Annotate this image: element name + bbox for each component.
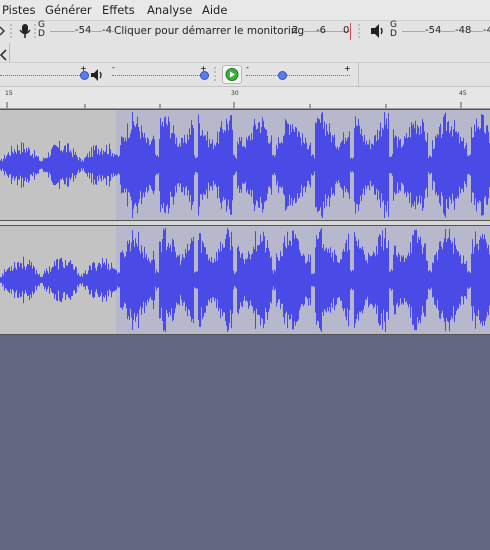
menu-aide[interactable]: Aide <box>202 3 227 17</box>
recording-slider-thumb[interactable] <box>80 71 89 80</box>
playback-slider-thumb[interactable] <box>200 71 209 80</box>
toolbar-grip <box>0 25 6 37</box>
menu-analyse[interactable]: Analyse <box>147 3 192 17</box>
record-clip-indicator <box>350 23 351 40</box>
playback-scale-4: -4 <box>483 25 490 36</box>
toolbar-separator <box>34 24 36 40</box>
timeline-ruler[interactable]: 15 30 45 <box>0 87 490 109</box>
menu-generer[interactable]: Générer <box>45 3 92 17</box>
playback-channel-bottom: D <box>390 29 397 39</box>
record-scale-right-a: 2 <box>292 25 299 36</box>
record-scale-54: -54 <box>75 25 92 36</box>
waveform-right <box>0 228 490 332</box>
mixer-toolbar: + - + - + <box>0 63 490 87</box>
toolbar-divider <box>358 63 359 86</box>
play-at-speed-button[interactable] <box>222 65 242 84</box>
speaker-icon <box>90 67 106 81</box>
record-channel-labels: G D <box>38 21 45 39</box>
chevron-left-icon[interactable] <box>0 46 8 61</box>
playback-slider-min-label: - <box>112 63 115 72</box>
play-speed-slider[interactable]: - + <box>244 63 354 81</box>
audio-track-left-channel[interactable] <box>0 109 490 221</box>
record-channel-bottom: D <box>38 29 45 39</box>
arrow-right-icon <box>0 26 5 36</box>
speed-slider-max-label: + <box>344 64 351 73</box>
meter-toolbar: G D -54 -4 Cliquer pour démarrer le moni… <box>0 20 490 44</box>
playback-slider-track <box>112 75 204 76</box>
microphone-icon[interactable] <box>16 22 34 40</box>
ruler-label-30: 30 <box>231 90 239 97</box>
menu-bar: Pistes Générer Effets Analyse Aide <box>0 0 490 20</box>
ruler-ticks <box>6 102 462 108</box>
speed-slider-thumb[interactable] <box>278 71 287 80</box>
edit-toolbar <box>0 43 490 63</box>
playback-volume-slider[interactable]: - + <box>110 63 210 81</box>
play-at-speed-icon <box>225 68 239 81</box>
ruler-label-45: 45 <box>459 90 467 97</box>
record-scale-4: -4 <box>102 25 112 36</box>
playback-meter-bar[interactable] <box>402 31 490 32</box>
toolbar-separator <box>214 67 216 83</box>
recording-volume-slider[interactable]: + <box>0 64 89 81</box>
playback-channel-labels: G D <box>390 21 397 39</box>
waveform-left <box>0 112 490 218</box>
toolbar-separator <box>358 24 360 40</box>
playback-scale-54: -54 <box>425 25 442 36</box>
ruler-label-15: 15 <box>5 90 13 97</box>
empty-tracks-area[interactable] <box>0 335 490 550</box>
speaker-icon[interactable] <box>368 22 388 40</box>
recording-slider-track <box>0 75 84 76</box>
speed-slider-min-label: - <box>246 63 249 72</box>
toolbar-divider <box>9 43 10 62</box>
speed-slider-track <box>246 75 350 76</box>
audio-track-right-channel[interactable] <box>0 225 490 335</box>
monitoring-label[interactable]: Cliquer pour démarrer le monitoring <box>114 25 305 37</box>
toolbar-separator <box>10 24 12 40</box>
menu-pistes[interactable]: Pistes <box>2 3 35 17</box>
playback-scale-48: -48 <box>455 25 472 36</box>
record-scale-right-b: -6 <box>316 25 326 36</box>
record-scale-right-c: 0 <box>343 25 350 36</box>
menu-effets[interactable]: Effets <box>102 3 135 17</box>
